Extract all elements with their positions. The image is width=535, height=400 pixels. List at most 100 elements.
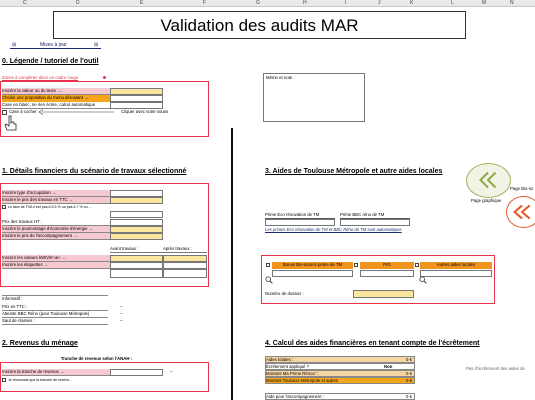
- cap-applied-row: Écrêtement appliqué ? Non: [265, 363, 415, 370]
- section-2-heading: 2. Revenus du ménage: [2, 340, 78, 347]
- energy-saving-label: Inscrire le pourcentage d'économie d'éne…: [2, 226, 110, 233]
- price-ttc-input[interactable]: [110, 197, 163, 204]
- other-aid-header: Autres aides locales: [420, 262, 492, 269]
- income-bracket-value: --: [170, 369, 173, 374]
- legend-dropdown-sample[interactable]: [110, 95, 163, 102]
- other-aid-value: [420, 270, 492, 277]
- pig-header: PIG: [360, 262, 414, 269]
- primes-auto-note: Les primes Eco rénovation de TM et BBC R…: [265, 227, 402, 232]
- legend-row-auto: Case en blanc, ne rien écrire, calcul au…: [2, 102, 110, 109]
- info-heading: Informatif :: [2, 295, 108, 302]
- column-header-g[interactable]: G: [256, 0, 260, 7]
- tm-aid-row: Montant Toulouse Métropole et autres 0 €: [265, 377, 415, 384]
- column-header-l[interactable]: L: [451, 0, 454, 7]
- income-ack-checkbox[interactable]: [2, 378, 6, 382]
- tm-aid-value: 0 €: [406, 378, 412, 383]
- column-header-n[interactable]: N: [510, 0, 514, 7]
- column-header-j[interactable]: J: [378, 0, 381, 7]
- column-header-c[interactable]: C: [23, 0, 27, 7]
- graph-page-logo[interactable]: [466, 163, 511, 198]
- price-ttc-info-value: --: [120, 304, 123, 309]
- total-aid-label: Aides totales :: [266, 357, 293, 362]
- occupation-dropdown[interactable]: [110, 190, 163, 197]
- bonus-biosource-header: Bonus Bio-sourcé prime de TM: [272, 262, 353, 269]
- updates-menu-label[interactable]: Mises à jour: [40, 41, 67, 49]
- graph-page-caption: Page graphique: [471, 198, 502, 203]
- section-1-heading: 1. Détails financiers du scénario de tra…: [2, 168, 187, 175]
- column-header-i[interactable]: I: [345, 0, 346, 7]
- section-0-heading: 0. Légende / tutoriel de l'outil: [2, 58, 99, 65]
- kwh-before-input[interactable]: [110, 255, 163, 262]
- dossier-number-input[interactable]: [353, 290, 414, 298]
- income-ack-label: Je reconnais que la tranche de revenu...: [8, 378, 73, 382]
- mprenov-row: Montant Ma Prime Rénov' : 0 €: [265, 370, 415, 377]
- column-header-f[interactable]: F: [203, 0, 206, 7]
- cap-applied-label: Écrêtement appliqué ?: [266, 364, 309, 369]
- accompaniment-aid-value: 0 €: [406, 394, 412, 399]
- accompaniment-aid-row: Aide pour l'accompagnement : 0 €: [265, 393, 415, 400]
- total-aid-row: Aides totales : 0 €: [265, 356, 415, 363]
- income-bracket-label: Inscrire la tranche de revenus →: [2, 369, 110, 376]
- search-icon-other-aid[interactable]: [419, 276, 427, 284]
- legend-auto-sample: [110, 102, 163, 109]
- vertical-divider: [231, 128, 233, 400]
- price-ht-value: [110, 219, 163, 226]
- accompaniment-price-input[interactable]: [110, 233, 163, 240]
- bonus-biosource-checkbox[interactable]: [266, 263, 270, 267]
- column-header-m[interactable]: M: [482, 0, 486, 7]
- double-chevron-icon-orange: [513, 204, 531, 220]
- vat-label: Le taux de TVA n'est pas à 5.5 % ou pas …: [8, 205, 92, 209]
- memo-box[interactable]: Mémo et note :: [263, 73, 365, 122]
- search-icon-biosource[interactable]: [265, 276, 273, 284]
- energy-label-after-dropdown[interactable]: [163, 262, 207, 269]
- column-header-h[interactable]: H: [303, 0, 307, 7]
- page-title: Validation des audits MAR: [53, 11, 466, 39]
- price-ht-label: Prix des travaux HT :: [2, 219, 110, 226]
- before-works-header: Avant travaux :: [110, 246, 163, 253]
- no-cap-note: Pas d'écrêtement des aides de: [466, 366, 525, 371]
- column-header-bar: C D E F G H I J K L M N: [0, 0, 535, 7]
- prime-bbc-value: [340, 219, 410, 226]
- dossier-number-label: Numéro de dossier :: [265, 291, 304, 296]
- prime-eco-label: Prime Eco rénovation de TM: [265, 212, 335, 219]
- section-4-heading: 4. Calcul des aides financières en tenan…: [265, 340, 480, 347]
- section-3-heading: 3. Aides de Toulouse Métropole et autre …: [265, 168, 443, 175]
- biosource-page-caption: Page Bio-so: [510, 186, 534, 191]
- result-before-cell: [110, 269, 163, 278]
- column-header-k[interactable]: K: [410, 0, 413, 7]
- income-bracket-dropdown[interactable]: [110, 369, 163, 376]
- accompaniment-aid-label: Aide pour l'accompagnement :: [266, 394, 324, 399]
- energy-label-before-dropdown[interactable]: [110, 262, 163, 269]
- double-chevron-icon-green: [479, 171, 497, 189]
- legend-row-text: Inscrire la valeur ou du texte →: [2, 88, 110, 95]
- column-header-d[interactable]: D: [76, 0, 80, 7]
- legend-arrow-label: Cliquer avec votre souris: [121, 109, 169, 114]
- note-marker-dot: [103, 76, 106, 79]
- class-jump-value: --: [120, 318, 123, 323]
- column-header-e[interactable]: E: [140, 0, 143, 7]
- prime-bbc-label: Prime BBC réno de TM: [340, 212, 410, 219]
- expand-icon-right[interactable]: ⊞: [94, 41, 98, 49]
- biosource-page-logo[interactable]: [506, 196, 535, 228]
- kwh-after-input[interactable]: [163, 255, 207, 262]
- other-aid-checkbox[interactable]: [415, 263, 419, 267]
- expand-icon-left[interactable]: ⊞: [12, 41, 16, 49]
- pig-value: [360, 270, 414, 277]
- vat-rate-cell[interactable]: [110, 211, 163, 218]
- price-ttc-info-label: Prix en TTC :: [2, 304, 108, 311]
- vat-checkbox[interactable]: [2, 205, 6, 209]
- legend-row-dropdown: Choisir une proposition du menu déroulan…: [2, 95, 110, 102]
- hand-cursor-icon: [4, 115, 17, 131]
- energy-saving-input[interactable]: [110, 226, 163, 233]
- kwh-values-label: Inscrire les valeurs kWh/m².an →: [2, 255, 110, 262]
- updates-menu[interactable]: ⊞ Mises à jour ⊞: [10, 41, 101, 49]
- occupation-label: Inscrire type d'occupation →: [2, 190, 110, 197]
- bonus-biosource-value: [272, 270, 353, 277]
- prime-eco-value: [265, 219, 335, 226]
- legend-input-sample[interactable]: [110, 88, 163, 95]
- pig-checkbox[interactable]: [354, 263, 358, 267]
- price-ttc-label: Inscrire le prix des travaux en TTC →: [2, 197, 110, 204]
- tm-aid-label: Montant Toulouse Métropole et autres: [266, 378, 339, 383]
- mprenov-label: Montant Ma Prime Rénov' :: [266, 371, 318, 376]
- bbc-reno-value: --: [120, 311, 123, 316]
